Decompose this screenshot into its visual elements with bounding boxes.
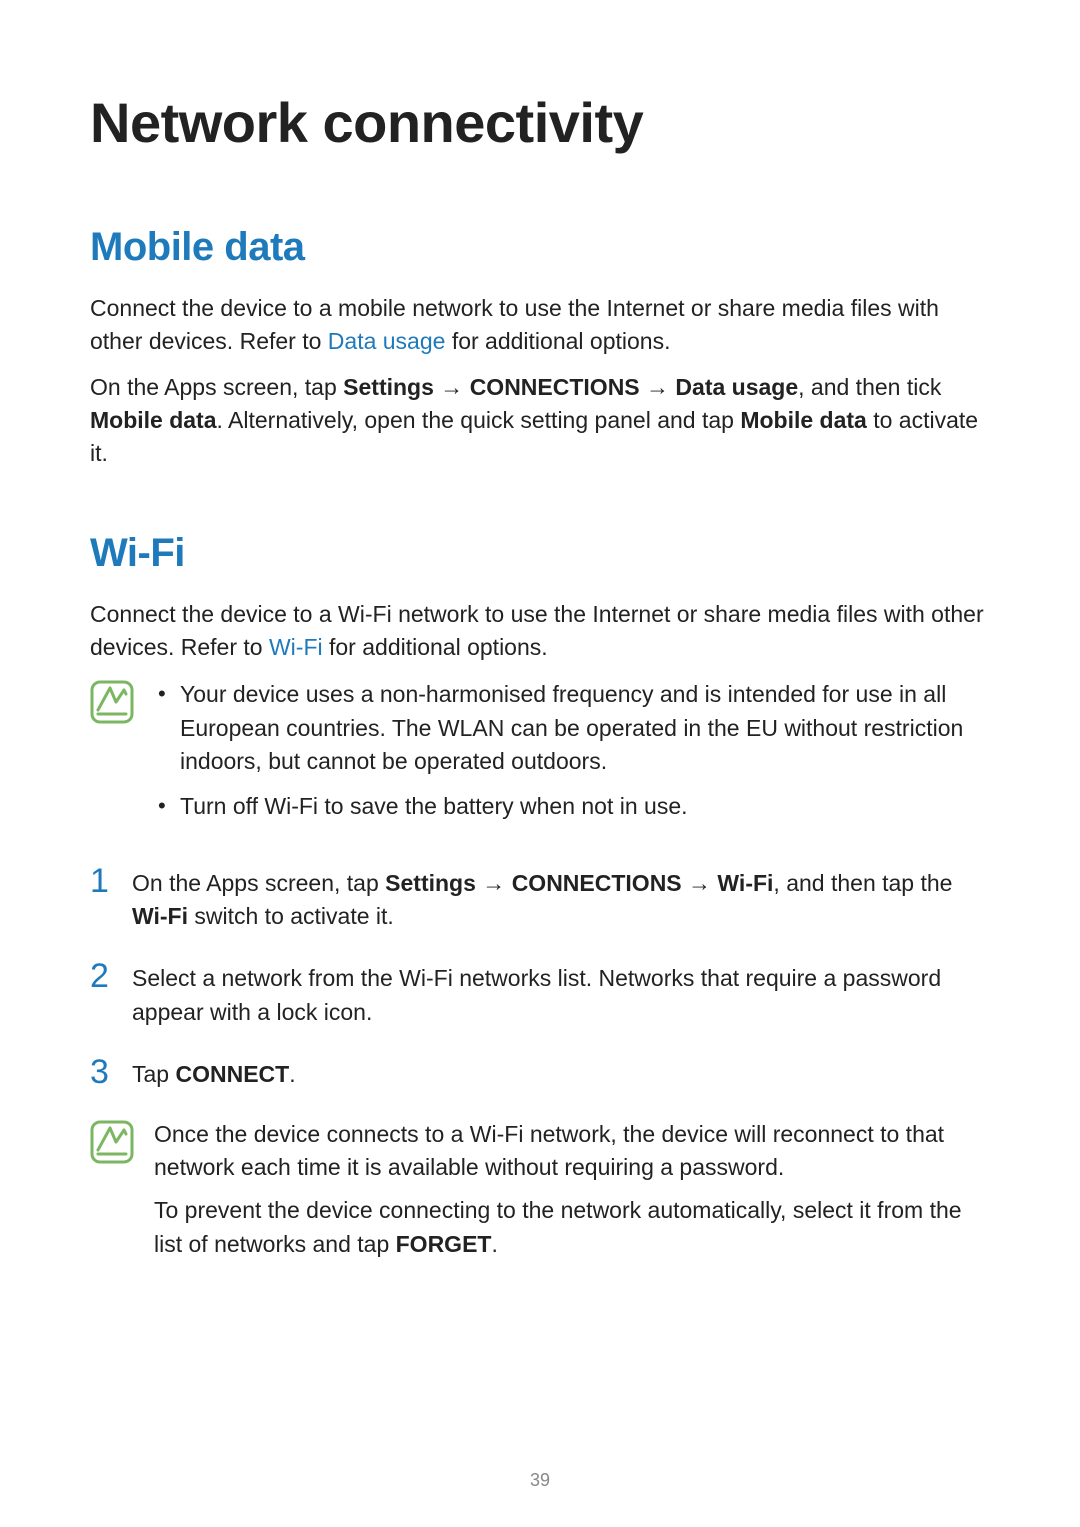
step-1: 1 On the Apps screen, tap Settings → CON…: [90, 864, 990, 934]
text: On the Apps screen, tap: [132, 870, 385, 896]
note-content: Once the device connects to a Wi-Fi netw…: [154, 1118, 990, 1271]
label-mobile-data: Mobile data: [90, 407, 217, 433]
note-block-1: Your device uses a non-harmonised freque…: [90, 678, 990, 835]
arrow: →: [434, 374, 470, 400]
label-wifi: Wi-Fi: [717, 870, 773, 896]
label-mobile-data: Mobile data: [740, 407, 867, 433]
text: . Alternatively, open the quick setting …: [217, 407, 741, 433]
text: for additional options.: [445, 328, 670, 354]
label-connections: CONNECTIONS: [512, 870, 682, 896]
step-number: 2: [90, 959, 114, 993]
link-data-usage[interactable]: Data usage: [328, 328, 446, 354]
step-text: Select a network from the Wi-Fi networks…: [132, 959, 990, 1029]
page-title: Network connectivity: [90, 90, 990, 155]
note-paragraph: Once the device connects to a Wi-Fi netw…: [154, 1118, 990, 1185]
mobile-paragraph-2: On the Apps screen, tap Settings → CONNE…: [90, 371, 990, 471]
link-wifi[interactable]: Wi-Fi: [269, 634, 323, 660]
note-block-2: Once the device connects to a Wi-Fi netw…: [90, 1118, 990, 1271]
heading-mobile-data: Mobile data: [90, 225, 990, 270]
text: , and then tick: [798, 374, 941, 400]
step-3: 3 Tap CONNECT.: [90, 1055, 990, 1091]
text: .: [289, 1061, 295, 1087]
text: Tap: [132, 1061, 175, 1087]
text: , and then tap the: [773, 870, 952, 896]
section-mobile-data: Mobile data Connect the device to a mobi…: [90, 225, 990, 471]
step-text: On the Apps screen, tap Settings → CONNE…: [132, 864, 990, 934]
label-connections: CONNECTIONS: [470, 374, 640, 400]
heading-wifi: Wi-Fi: [90, 531, 990, 576]
wifi-paragraph-1: Connect the device to a Wi-Fi network to…: [90, 598, 990, 665]
step-2: 2 Select a network from the Wi-Fi networ…: [90, 959, 990, 1029]
label-settings: Settings: [385, 870, 476, 896]
text: switch to activate it.: [188, 903, 394, 929]
label-settings: Settings: [343, 374, 434, 400]
step-number: 3: [90, 1055, 114, 1089]
text: On the Apps screen, tap: [90, 374, 343, 400]
arrow: →: [682, 870, 718, 896]
label-forget: FORGET: [396, 1231, 492, 1257]
text: To prevent the device connecting to the …: [154, 1197, 962, 1256]
step-text: Tap CONNECT.: [132, 1055, 990, 1091]
note-paragraph: To prevent the device connecting to the …: [154, 1194, 990, 1261]
step-number: 1: [90, 864, 114, 898]
label-connect: CONNECT: [175, 1061, 289, 1087]
note-icon: [90, 680, 134, 724]
arrow: →: [640, 374, 676, 400]
mobile-paragraph-1: Connect the device to a mobile network t…: [90, 292, 990, 359]
label-wifi: Wi-Fi: [132, 903, 188, 929]
text: .: [491, 1231, 497, 1257]
note-content: Your device uses a non-harmonised freque…: [154, 678, 990, 835]
note-icon: [90, 1120, 134, 1164]
page-container: Network connectivity Mobile data Connect…: [0, 0, 1080, 1527]
label-data-usage: Data usage: [675, 374, 798, 400]
text: for additional options.: [323, 634, 548, 660]
arrow: →: [476, 870, 512, 896]
section-wifi: Wi-Fi Connect the device to a Wi-Fi netw…: [90, 531, 990, 1271]
page-number: 39: [0, 1470, 1080, 1491]
note-list-item: Your device uses a non-harmonised freque…: [154, 678, 990, 778]
steps-list: 1 On the Apps screen, tap Settings → CON…: [90, 864, 990, 1092]
note-list-item: Turn off Wi-Fi to save the battery when …: [154, 790, 990, 823]
